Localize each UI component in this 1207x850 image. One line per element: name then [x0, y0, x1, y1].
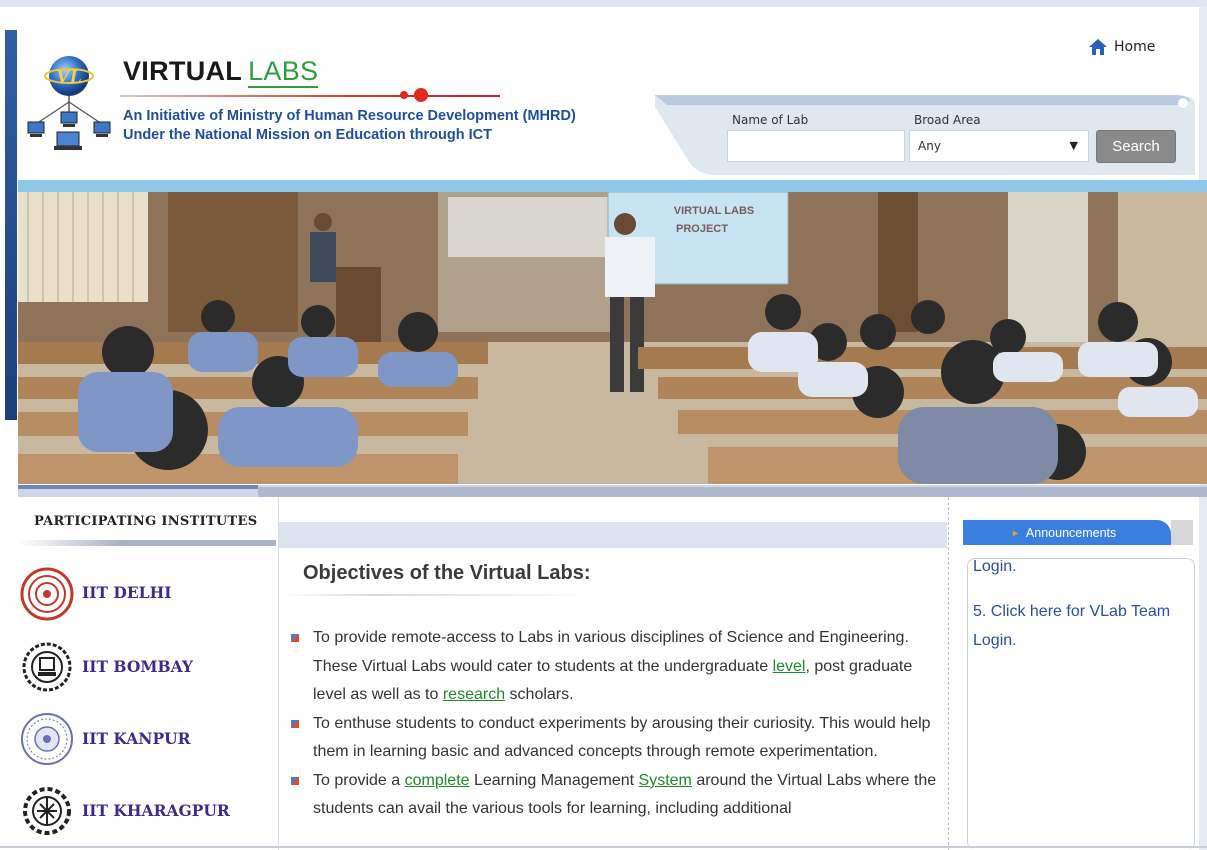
announcement-partial[interactable]: Login.	[973, 560, 1191, 580]
level-link[interactable]: level	[773, 658, 806, 675]
objective-item: To provide remote-access to Labs in vari…	[290, 624, 942, 710]
top-strip	[0, 0, 1207, 7]
virtual-labs-logo[interactable]: VL	[24, 52, 114, 152]
participating-institutes-heading: PARTICIPATING INSTITUTES	[34, 514, 258, 529]
tagline: An Initiative of Ministry of Human Resou…	[123, 107, 576, 145]
institute-name: IIT DELHI	[82, 583, 172, 602]
brand-dot	[414, 88, 428, 102]
tagline-line2: Under the National Mission on Education …	[123, 127, 492, 143]
tagline-line1: An Initiative of Ministry of Human Resou…	[123, 108, 576, 124]
announcements-list: Login. 5. Click here for VLab Team Login…	[973, 560, 1191, 655]
institute-name: IIT KHARAGPUR	[82, 801, 230, 820]
iit-bombay-logo-icon	[22, 642, 72, 692]
screen-text-2: PROJECT	[676, 223, 728, 235]
content-right-border	[948, 497, 949, 850]
bottom-line	[0, 846, 1207, 848]
home-icon	[1089, 39, 1107, 55]
page: VL VIRTUAL LABS An Initiative of Ministry…	[0, 0, 1207, 850]
brand-dot-small	[400, 91, 408, 99]
brand-underline	[120, 95, 500, 97]
objectives-list: To provide remote-access to Labs in vari…	[290, 624, 942, 824]
lab-name-label: Name of Lab	[732, 113, 809, 127]
institute-iit-delhi[interactable]: IIT DELHI	[20, 567, 171, 621]
research-link[interactable]: research	[443, 686, 505, 703]
banner-photo: VIRTUAL LABS PROJECT	[18, 192, 1207, 484]
institute-iit-bombay[interactable]: IIT BOMBAY	[20, 640, 193, 694]
institute-name: IIT KANPUR	[82, 729, 191, 748]
header-bottom-band	[18, 180, 1207, 192]
screen-text-1: VIRTUAL LABS	[674, 205, 754, 217]
content-left-border	[278, 497, 279, 850]
broad-area-label: Broad Area	[914, 113, 981, 127]
objective-item: To enthuse students to conduct experimen…	[290, 710, 942, 767]
objectives-title-rule	[283, 594, 593, 596]
sidebar-heading-rule	[18, 540, 276, 546]
iit-delhi-logo-icon	[20, 567, 74, 621]
iit-kharagpur-logo-icon	[23, 787, 71, 835]
lab-name-input[interactable]	[727, 130, 905, 162]
complete-link[interactable]: complete	[405, 772, 470, 789]
content-header-bar	[279, 522, 947, 548]
arrow-right-icon: ►	[1011, 527, 1020, 538]
broad-area-value: Any	[918, 139, 941, 153]
broad-area-select[interactable]: Any ▼	[909, 130, 1089, 162]
logo-text: VL	[56, 66, 82, 88]
dropdown-arrow-icon: ▼	[1069, 139, 1078, 152]
brand-title: VIRTUAL LABS	[123, 56, 319, 88]
iit-kanpur-logo-icon	[21, 713, 73, 765]
institute-iit-kharagpur[interactable]: IIT KHARAGPUR	[20, 784, 230, 838]
brand-main: VIRTUAL	[123, 56, 243, 86]
home-label: Home	[1114, 39, 1156, 55]
announcements-tab[interactable]: ► Announcements	[963, 520, 1171, 545]
home-link[interactable]: Home	[1088, 38, 1155, 56]
search-button[interactable]: Search	[1096, 130, 1176, 163]
system-link[interactable]: System	[639, 772, 692, 789]
announcement-vlab-team-login[interactable]: 5. Click here for VLab Team Login.	[973, 597, 1191, 655]
institute-iit-kanpur[interactable]: IIT KANPUR	[20, 712, 191, 766]
left-accent-bar	[5, 30, 17, 420]
institute-name: IIT BOMBAY	[82, 657, 193, 676]
announcements-label: Announcements	[1025, 525, 1117, 540]
banner-separator	[18, 485, 1207, 497]
announcements-bar	[1171, 520, 1193, 545]
objectives-title: Objectives of the Virtual Labs:	[303, 562, 591, 584]
objective-item: To provide a complete Learning Managemen…	[290, 767, 942, 824]
brand-accent: LABS	[248, 56, 319, 88]
